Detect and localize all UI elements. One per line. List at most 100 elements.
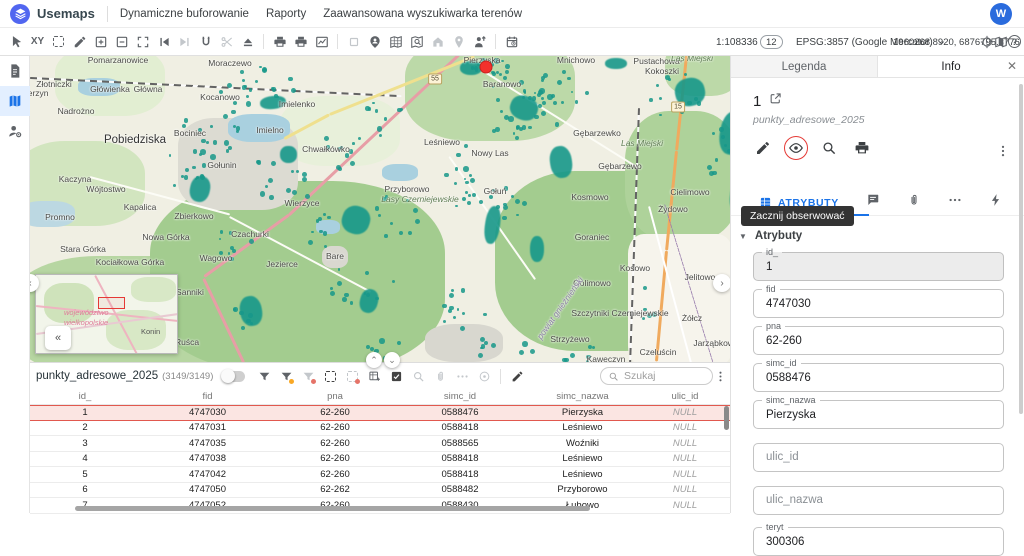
table-cell: 2	[30, 421, 140, 436]
selected-point-marker[interactable]	[480, 61, 493, 74]
menu-zaawansowana-wyszukiwarka[interactable]: Zaawansowana wyszukiwarka terenów	[323, 8, 522, 20]
map-canvas[interactable]: PomarzanowiceZłotniczkiJerzynGłówienkaGł…	[30, 56, 730, 362]
attr-field-id_[interactable]: id_1	[753, 252, 1004, 281]
vertical-scrollbar[interactable]	[724, 406, 729, 430]
zoom-out-box-icon[interactable]	[113, 31, 130, 53]
column-header-id_[interactable]: id_	[30, 389, 140, 404]
close-icon[interactable]: ✕	[1007, 59, 1017, 73]
table-collapse-button[interactable]: ⌄	[384, 352, 400, 368]
section-caret-icon[interactable]: ▼	[739, 232, 747, 241]
edit-table-icon[interactable]	[509, 367, 525, 385]
minimap-collapse-button[interactable]: «	[45, 326, 71, 350]
locate-icon[interactable]	[980, 35, 995, 50]
previous-view-icon[interactable]	[155, 31, 172, 53]
tab-actions-icon[interactable]	[989, 193, 1003, 212]
help-icon[interactable]: ?	[1008, 35, 1023, 50]
table-toggle[interactable]	[223, 371, 245, 382]
upload-icon[interactable]	[239, 31, 256, 53]
tab-info[interactable]: Info	[878, 56, 1024, 77]
zoom-to-feature-icon[interactable]	[817, 136, 841, 160]
horizontal-scrollbar[interactable]	[75, 506, 590, 511]
small-square-icon	[345, 31, 362, 53]
map-place-label: Kawęczyn	[587, 354, 626, 362]
table-expand-button[interactable]: ⌃	[366, 352, 382, 368]
select-box-icon[interactable]	[50, 31, 67, 53]
select-tool-icon[interactable]	[8, 31, 25, 53]
person-pin-icon[interactable]	[366, 31, 383, 53]
map-place-label: Główna	[134, 84, 163, 94]
attr-field-ulic_id[interactable]: ulic_id	[753, 443, 1004, 472]
full-extent-icon[interactable]	[134, 31, 151, 53]
column-header-ulic_id[interactable]: ulic_id	[640, 389, 730, 404]
map-flag-icon[interactable]	[994, 35, 1009, 50]
deselect-rect-icon	[344, 367, 360, 385]
attr-field-ulic_nazwa[interactable]: ulic_nazwa	[753, 486, 1004, 515]
attr-field-fid[interactable]: fid4747030	[753, 289, 1004, 318]
table-row[interactable]: 6474705062-2620588482PrzyborowoNULL	[30, 483, 730, 499]
sidebar-item-users[interactable]	[0, 116, 30, 146]
map-place-label: Kosowo	[620, 263, 650, 273]
map-place-label: Czachurki	[231, 229, 269, 239]
edit-feature-icon[interactable]	[751, 136, 775, 160]
table-search-input[interactable]: Szukaj	[600, 367, 713, 385]
feature-kebab-menu[interactable]	[996, 144, 1010, 163]
draw-icon[interactable]	[71, 31, 88, 53]
map-search-icon[interactable]	[408, 31, 425, 53]
zoom-in-box-icon[interactable]	[92, 31, 109, 53]
column-header-fid[interactable]: fid	[140, 389, 275, 404]
sidebar-item-map[interactable]	[0, 86, 30, 116]
map-place-label: Gębarzewko	[573, 128, 621, 138]
person-up-icon[interactable]	[471, 31, 488, 53]
table-body: 1474703062-2600588476PierzyskaNULL247470…	[30, 405, 730, 514]
table-layer-title: punkty_adresowe_2025	[36, 370, 158, 382]
table-header[interactable]: id_fidpnasimc_idsimc_nazwaulic_id	[30, 389, 730, 405]
filter-add-icon[interactable]	[278, 367, 294, 385]
table-row[interactable]: 3474703562-2600588565WoźnikiNULL	[30, 436, 730, 452]
tab-comments-icon[interactable]	[866, 193, 880, 212]
attr-field-pna[interactable]: pna62-260	[753, 326, 1004, 355]
open-in-new-icon[interactable]	[769, 92, 782, 110]
table-cell: Przyborowo	[525, 483, 640, 498]
panel-right-chevron[interactable]: ›	[713, 274, 730, 292]
attr-field-simc_id[interactable]: simc_id0588476	[753, 363, 1004, 392]
table-cell: 4747031	[140, 421, 275, 436]
select-rect-icon[interactable]	[322, 367, 338, 385]
checkbox-icon[interactable]	[388, 367, 404, 385]
table-add-icon[interactable]	[366, 367, 382, 385]
table-row[interactable]: 4474703862-2600588418LeśniewoNULL	[30, 452, 730, 468]
menu-dynamiczne-buforowanie[interactable]: Dynamiczne buforowanie	[120, 8, 249, 20]
filter-icon[interactable]	[256, 367, 272, 385]
tab-relations-icon[interactable]	[948, 193, 962, 212]
print-icon[interactable]	[271, 31, 288, 53]
table-cell: Pierzyska	[525, 406, 640, 420]
chart-icon[interactable]	[313, 31, 330, 53]
table-cell: 4747030	[140, 406, 275, 420]
tab-legenda[interactable]: Legenda	[731, 56, 878, 77]
table-row[interactable]: 2474703162-2600588418LeśniewoNULL	[30, 421, 730, 437]
table-cell: NULL	[640, 436, 730, 451]
user-avatar[interactable]: W	[990, 3, 1012, 25]
column-header-pna[interactable]: pna	[275, 389, 395, 404]
attr-field-teryt[interactable]: teryt300306	[753, 527, 1004, 556]
menu-raporty[interactable]: Raporty	[266, 8, 306, 20]
observe-feature-icon[interactable]	[784, 136, 808, 160]
table-kebab-menu[interactable]	[713, 367, 727, 385]
section-title: Atrybuty	[755, 230, 802, 242]
sidebar-item-documents[interactable]	[0, 56, 30, 86]
map-table-icon[interactable]	[387, 31, 404, 53]
column-header-simc_nazwa[interactable]: simc_nazwa	[525, 389, 640, 404]
snap-icon[interactable]	[197, 31, 214, 53]
map-place-label: Las Miejski	[671, 56, 713, 63]
map-place-label: Przyborowo	[385, 184, 430, 194]
tab-attachments-icon[interactable]	[907, 193, 921, 212]
print-composer-icon[interactable]	[292, 31, 309, 53]
column-header-simc_id[interactable]: simc_id	[395, 389, 525, 404]
event-note-icon[interactable]	[503, 31, 520, 53]
usemaps-logo-icon[interactable]	[10, 4, 30, 24]
table-row[interactable]: 1474703062-2600588476PierzyskaNULL	[30, 405, 730, 421]
table-row[interactable]: 5474704262-2600588418LeśniewoNULL	[30, 467, 730, 483]
print-feature-icon[interactable]	[850, 136, 874, 160]
panel-scrollbar[interactable]	[1019, 84, 1023, 414]
xy-tool[interactable]: XY	[29, 31, 46, 53]
attr-field-simc_nazwa[interactable]: simc_nazwaPierzyska	[753, 400, 1004, 429]
